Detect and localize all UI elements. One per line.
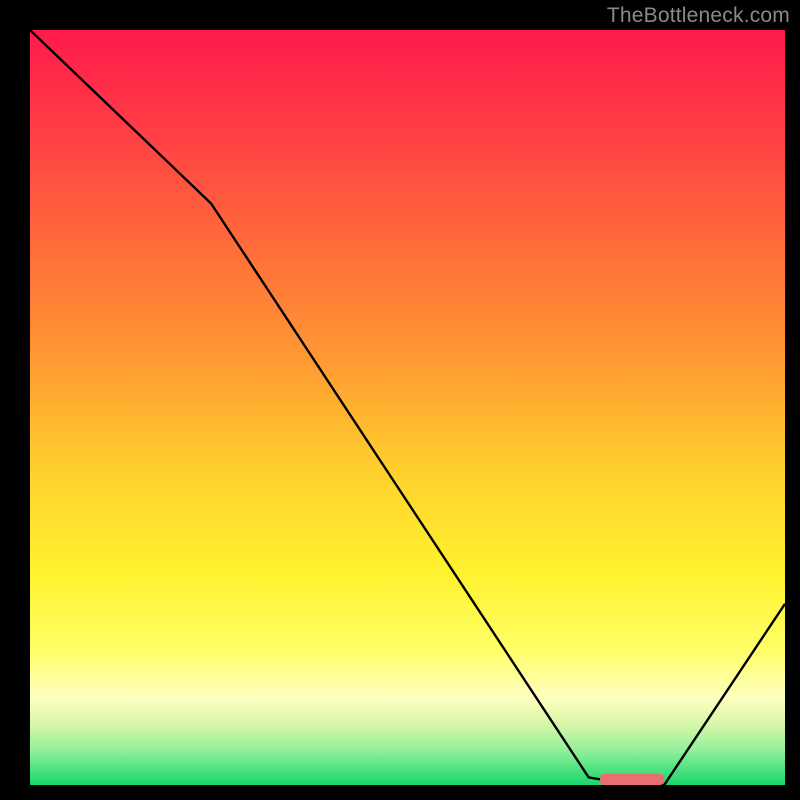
gradient-background [30,30,785,785]
attribution-label: TheBottleneck.com [607,4,790,28]
highlight-marker [600,774,664,785]
chart-container: TheBottleneck.com [0,0,800,800]
plot-area [30,30,785,785]
chart-svg [30,30,785,785]
